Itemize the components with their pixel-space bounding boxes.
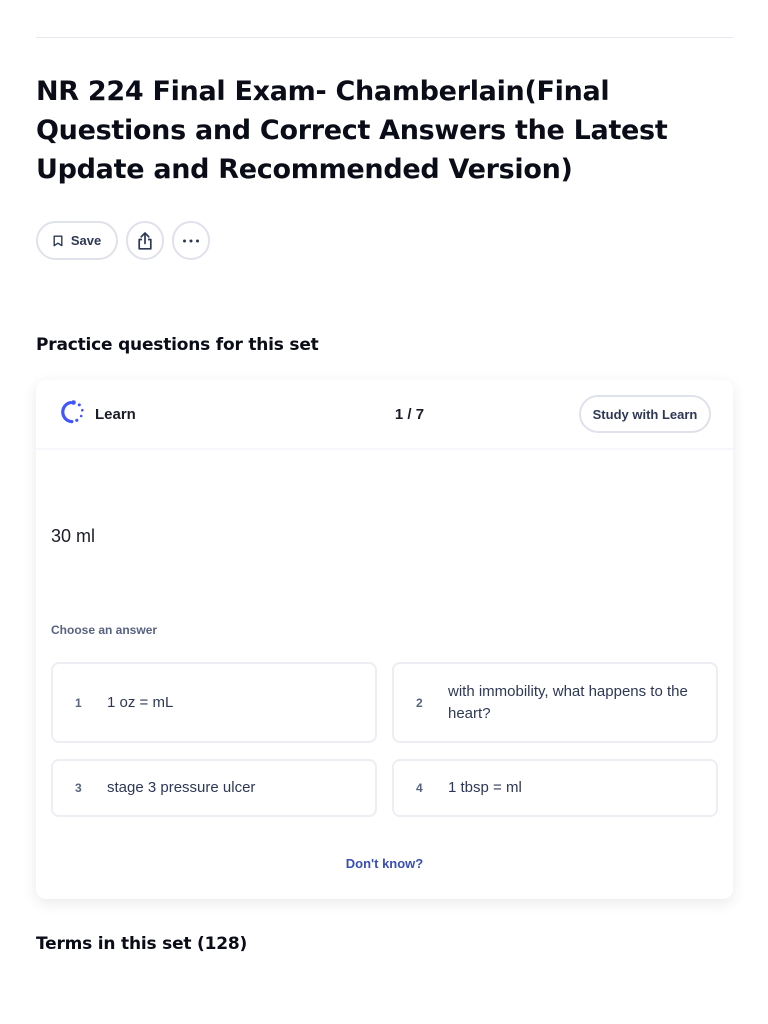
answer-option-4[interactable]: 4 1 tbsp = ml [392, 759, 718, 817]
learn-mode: Learn [60, 399, 240, 430]
option-text: 1 oz = mL [107, 693, 174, 711]
share-button[interactable] [126, 221, 164, 260]
answer-option-2[interactable]: 2 with immobility, what happens to the h… [392, 662, 718, 743]
option-text: stage 3 pressure ulcer [107, 779, 256, 796]
choose-answer-label: Choose an answer [51, 623, 158, 637]
option-number: 2 [416, 695, 423, 710]
option-text: 1 tbsp = ml [448, 779, 522, 796]
learn-practice-card: Learn 1 / 7 Study with Learn 30 ml Choos… [36, 380, 733, 899]
option-number: 3 [75, 781, 82, 795]
practice-heading: Practice questions for this set [36, 335, 319, 355]
answer-option-3[interactable]: 3 stage 3 pressure ulcer [51, 759, 377, 817]
option-number: 4 [416, 781, 423, 795]
study-with-learn-button[interactable]: Study with Learn [579, 395, 711, 433]
learn-icon [60, 399, 86, 430]
option-text: with immobility, what happens to the hea… [448, 682, 688, 722]
answer-option-1[interactable]: 1 1 oz = mL [51, 662, 377, 743]
option-number: 1 [75, 695, 82, 710]
more-icon [182, 239, 200, 243]
question-progress: 1 / 7 [394, 405, 425, 423]
top-divider [36, 37, 733, 38]
more-button[interactable] [172, 221, 210, 260]
terms-heading: Terms in this set (128) [36, 934, 248, 954]
save-button[interactable]: Save [36, 221, 118, 260]
set-actions: Save [36, 221, 210, 260]
learn-label: Learn [95, 405, 136, 423]
question-prompt: 30 ml [51, 526, 96, 546]
share-icon [136, 231, 154, 251]
set-title: NR 224 Final Exam- Chamberlain(Final Que… [36, 76, 668, 185]
learn-card-header: Learn 1 / 7 Study with Learn [36, 380, 733, 450]
bookmark-icon [53, 235, 63, 247]
dont-know-link[interactable]: Don't know? [36, 856, 733, 871]
save-label: Save [70, 233, 102, 248]
